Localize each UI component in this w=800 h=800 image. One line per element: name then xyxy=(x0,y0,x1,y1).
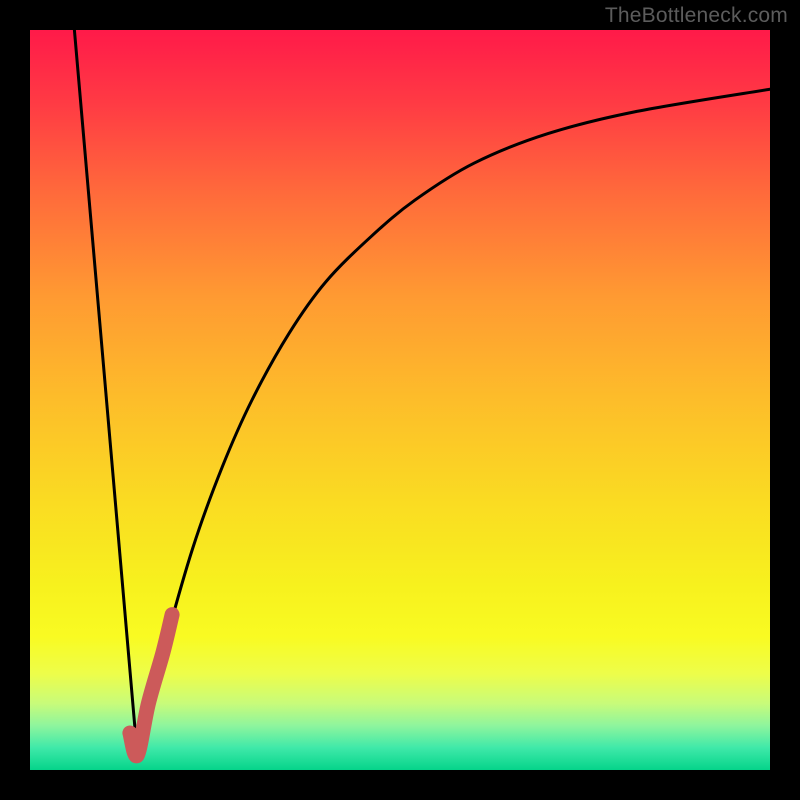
falling-line xyxy=(74,30,137,755)
rising-curve xyxy=(137,89,770,755)
highlight-marker xyxy=(130,615,172,756)
plot-area xyxy=(30,30,770,770)
curve-layer xyxy=(30,30,770,770)
watermark-text: TheBottleneck.com xyxy=(605,4,788,28)
chart-frame: TheBottleneck.com xyxy=(0,0,800,800)
